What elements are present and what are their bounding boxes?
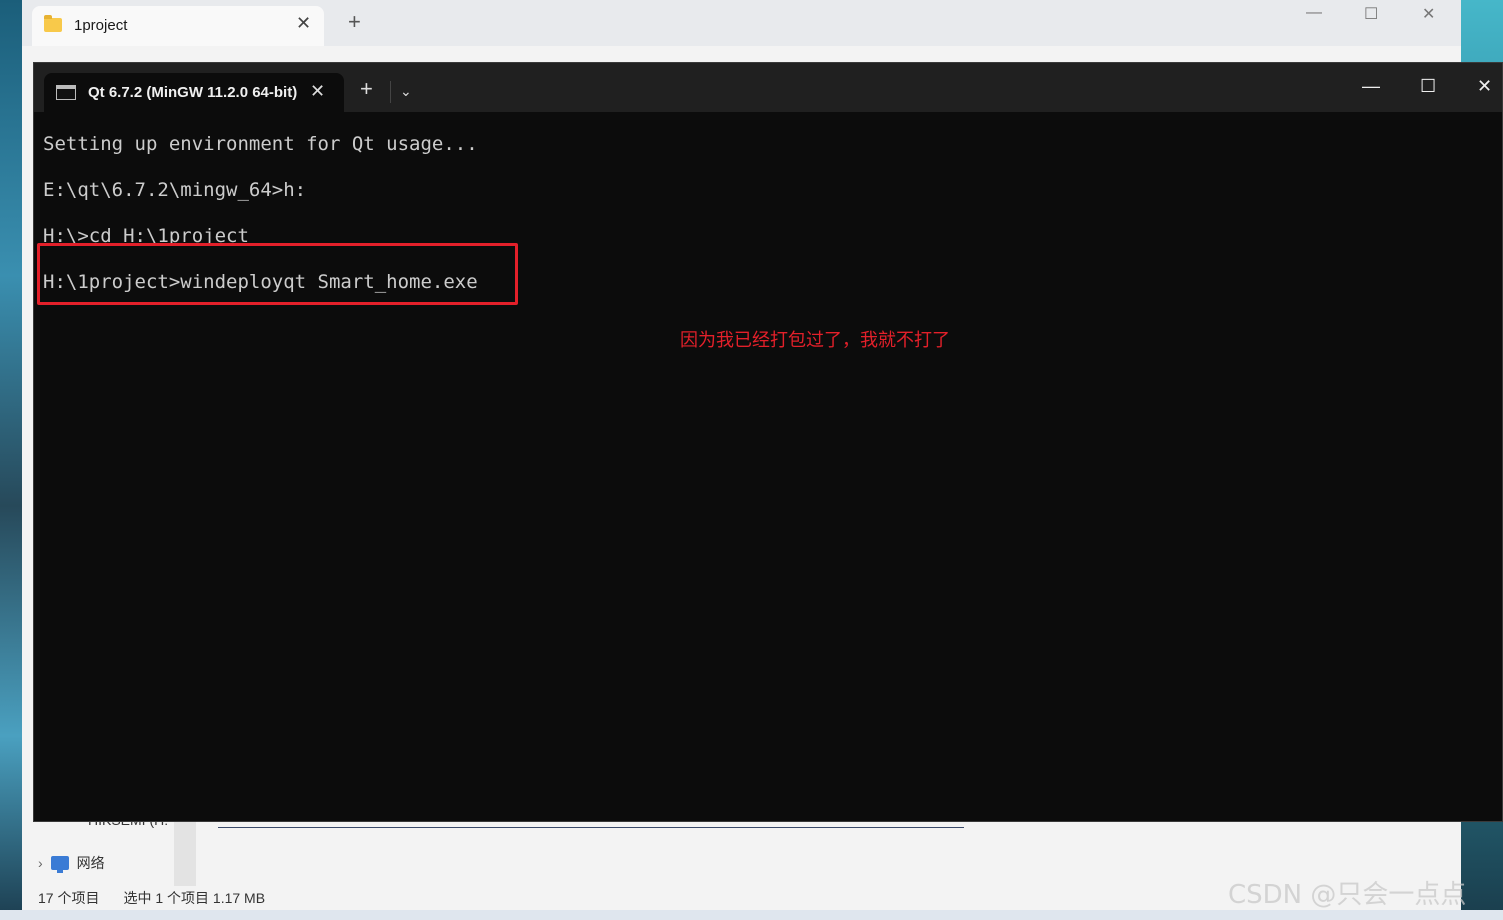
explorer-tab-bar: 1project ✕ + — ☐ ✕	[22, 0, 1461, 46]
folder-icon	[44, 15, 62, 32]
chevron-right-icon[interactable]: ›	[38, 855, 43, 871]
terminal-minimize-button[interactable]: —	[1362, 76, 1380, 97]
chevron-down-icon[interactable]: ⌄	[400, 83, 412, 100]
csdn-watermark: CSDN @只会一点点	[1228, 880, 1467, 910]
explorer-tab-title: 1project	[74, 17, 128, 34]
network-icon	[50, 856, 69, 873]
terminal-icon	[56, 85, 76, 100]
explorer-minimize-button[interactable]: —	[1306, 4, 1322, 22]
terminal-window: Qt 6.7.2 (MinGW 11.2.0 64-bit) ✕ + ⌄ — ☐…	[33, 62, 1503, 822]
taskbar	[0, 910, 1503, 920]
terminal-tab-separator	[390, 81, 391, 103]
explorer-content-divider	[218, 824, 964, 828]
explorer-maximize-button[interactable]: ☐	[1364, 4, 1378, 24]
terminal-tab-close-icon[interactable]: ✕	[310, 81, 325, 102]
terminal-line: E:\qt\6.7.2\mingw_64>h:	[43, 179, 307, 201]
terminal-tab-title: Qt 6.7.2 (MinGW 11.2.0 64-bit)	[88, 84, 298, 101]
explorer-new-tab-button[interactable]: +	[348, 11, 361, 33]
command-highlight-box	[37, 243, 518, 305]
terminal-tab[interactable]: Qt 6.7.2 (MinGW 11.2.0 64-bit) ✕	[44, 73, 344, 112]
explorer-status-bar: 17 个项目 选中 1 个项目 1.17 MB	[38, 888, 265, 908]
terminal-maximize-button[interactable]: ☐	[1420, 76, 1436, 97]
nav-item-network[interactable]: › 网络	[38, 853, 105, 873]
terminal-new-tab-button[interactable]: +	[360, 78, 373, 100]
desktop-wallpaper-left	[0, 0, 22, 920]
terminal-close-button[interactable]: ✕	[1477, 76, 1492, 97]
terminal-title-bar: Qt 6.7.2 (MinGW 11.2.0 64-bit) ✕ + ⌄ — ☐…	[34, 63, 1502, 112]
annotation-text: 因为我已经打包过了，我就不打了	[680, 330, 950, 351]
explorer-nav-scrollbar[interactable]	[174, 820, 196, 886]
nav-network-label: 网络	[76, 855, 105, 871]
explorer-close-button[interactable]: ✕	[1422, 4, 1435, 24]
terminal-line: Setting up environment for Qt usage...	[43, 133, 478, 155]
status-selection: 选中 1 个项目 1.17 MB	[123, 890, 266, 906]
explorer-tab[interactable]: 1project ✕	[32, 6, 324, 46]
explorer-tab-close-icon[interactable]: ✕	[296, 13, 311, 34]
status-item-count: 17 个项目	[38, 890, 100, 906]
